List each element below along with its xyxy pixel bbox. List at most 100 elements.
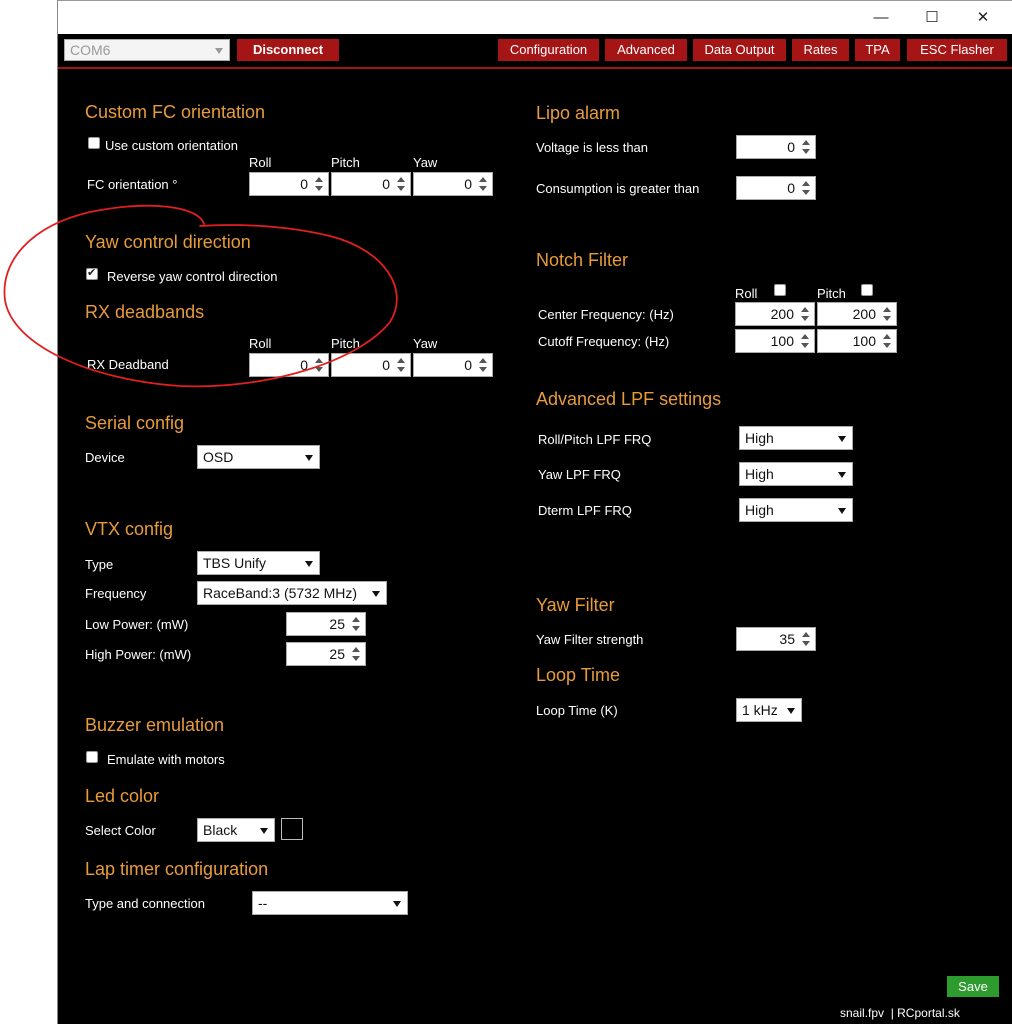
chevron-down-icon bbox=[838, 436, 846, 442]
spinner-icon[interactable] bbox=[349, 644, 363, 664]
fc-orientation-label: FC orientation ° bbox=[87, 177, 178, 192]
lipo-consumption-label: Consumption is greater than bbox=[536, 181, 700, 196]
spinner-icon[interactable] bbox=[394, 174, 408, 194]
chevron-down-icon bbox=[215, 48, 223, 54]
section-title-yaw-control: Yaw control direction bbox=[85, 232, 251, 252]
notch-pitch-checkbox[interactable] bbox=[861, 284, 873, 296]
emulate-motors-label: Emulate with motors bbox=[107, 752, 225, 767]
lpf-dterm-select[interactable]: High bbox=[739, 498, 853, 522]
led-color-value: Black bbox=[203, 822, 238, 838]
spinner-icon[interactable] bbox=[798, 304, 812, 324]
notch-center-roll-input[interactable]: 200 bbox=[735, 302, 815, 326]
rx-col-roll: Roll bbox=[249, 336, 272, 351]
use-custom-orientation-label: Use custom orientation bbox=[105, 138, 238, 153]
spinner-icon[interactable] bbox=[799, 137, 813, 157]
use-custom-orientation-checkbox[interactable] bbox=[88, 137, 100, 149]
rx-col-yaw: Yaw bbox=[413, 336, 438, 351]
disconnect-button[interactable]: Disconnect bbox=[237, 39, 339, 61]
led-color-select[interactable]: Black bbox=[197, 818, 275, 842]
yaw-filter-value: 35 bbox=[779, 631, 795, 647]
serial-device-label: Device bbox=[85, 450, 125, 465]
spinner-icon[interactable] bbox=[312, 174, 326, 194]
rx-roll-input[interactable]: 0 bbox=[249, 353, 329, 377]
vtx-frequency-value: RaceBand:3 (5732 MHz) bbox=[203, 585, 358, 601]
chevron-down-icon bbox=[372, 591, 380, 597]
fc-yaw-input[interactable]: 0 bbox=[413, 172, 493, 196]
lipo-consumption-input[interactable]: 0 bbox=[736, 176, 816, 200]
tab-configuration[interactable]: Configuration bbox=[498, 39, 599, 61]
chevron-down-icon bbox=[305, 561, 313, 567]
spinner-icon[interactable] bbox=[799, 178, 813, 198]
notch-center-pitch-value: 200 bbox=[852, 306, 876, 322]
rx-deadband-label: RX Deadband bbox=[87, 357, 169, 372]
spinner-icon[interactable] bbox=[880, 304, 894, 324]
lipo-voltage-input[interactable]: 0 bbox=[736, 135, 816, 159]
port-value: COM6 bbox=[70, 42, 111, 58]
notch-cutoff-roll-input[interactable]: 100 bbox=[735, 329, 815, 353]
section-title-lap-timer: Lap timer configuration bbox=[85, 859, 269, 879]
vtx-low-power-input[interactable]: 25 bbox=[286, 612, 366, 636]
save-button[interactable]: Save bbox=[947, 976, 999, 997]
section-title-buzzer: Buzzer emulation bbox=[85, 715, 225, 735]
port-select[interactable]: COM6 bbox=[64, 39, 230, 61]
tab-advanced[interactable]: Advanced bbox=[605, 39, 687, 61]
notch-cutoff-pitch-input[interactable]: 100 bbox=[817, 329, 897, 353]
notch-center-label: Center Frequency: (Hz) bbox=[538, 307, 674, 322]
vtx-type-select[interactable]: TBS Unify bbox=[197, 551, 320, 575]
lipo-consumption-value: 0 bbox=[787, 180, 795, 196]
notch-col-pitch: Pitch bbox=[817, 286, 846, 301]
section-title-serial: Serial config bbox=[85, 413, 185, 433]
lpf-yaw-select[interactable]: High bbox=[739, 462, 853, 486]
lpf-rp-label: Roll/Pitch LPF FRQ bbox=[538, 432, 652, 447]
rx-roll-value: 0 bbox=[300, 357, 308, 373]
lipo-voltage-value: 0 bbox=[787, 139, 795, 155]
reverse-yaw-label: Reverse yaw control direction bbox=[107, 269, 278, 284]
spinner-icon[interactable] bbox=[880, 331, 894, 351]
notch-cutoff-pitch-value: 100 bbox=[852, 333, 876, 349]
fc-col-yaw: Yaw bbox=[413, 155, 438, 170]
fc-roll-value: 0 bbox=[300, 176, 308, 192]
fc-pitch-input[interactable]: 0 bbox=[331, 172, 411, 196]
tab-rates[interactable]: Rates bbox=[792, 39, 849, 61]
section-title-vtx: VTX config bbox=[85, 519, 174, 539]
fc-col-roll: Roll bbox=[249, 155, 272, 170]
maximize-button[interactable]: ☐ bbox=[909, 1, 955, 34]
rx-pitch-input[interactable]: 0 bbox=[331, 353, 411, 377]
lpf-yaw-label: Yaw LPF FRQ bbox=[538, 467, 621, 482]
tab-tpa[interactable]: TPA bbox=[855, 39, 900, 61]
notch-center-pitch-input[interactable]: 200 bbox=[817, 302, 897, 326]
loop-time-label: Loop Time (K) bbox=[536, 703, 618, 718]
spinner-icon[interactable] bbox=[798, 331, 812, 351]
section-title-loop-time: Loop Time bbox=[536, 665, 621, 685]
section-title-yaw-filter: Yaw Filter bbox=[536, 595, 615, 615]
lpf-rp-select[interactable]: High bbox=[739, 426, 853, 450]
tab-data-output[interactable]: Data Output bbox=[693, 39, 786, 61]
lap-timer-value: -- bbox=[258, 895, 268, 911]
close-button[interactable]: ✕ bbox=[960, 1, 1006, 34]
loop-time-select[interactable]: 1 kHz bbox=[736, 698, 802, 722]
minimize-button[interactable]: — bbox=[858, 1, 904, 34]
vtx-frequency-label: Frequency bbox=[85, 586, 147, 601]
serial-device-value: OSD bbox=[203, 449, 234, 465]
reverse-yaw-checkbox[interactable] bbox=[86, 266, 98, 280]
spinner-icon[interactable] bbox=[476, 355, 490, 375]
lap-timer-select[interactable]: -- bbox=[252, 891, 408, 915]
spinner-icon[interactable] bbox=[349, 614, 363, 634]
emulate-motors-checkbox[interactable] bbox=[86, 751, 98, 763]
spinner-icon[interactable] bbox=[476, 174, 490, 194]
rx-yaw-input[interactable]: 0 bbox=[413, 353, 493, 377]
tab-esc-flasher[interactable]: ESC Flasher bbox=[907, 39, 1007, 61]
fc-roll-input[interactable]: 0 bbox=[249, 172, 329, 196]
spinner-icon[interactable] bbox=[312, 355, 326, 375]
yaw-filter-input[interactable]: 35 bbox=[736, 627, 816, 651]
lpf-rp-value: High bbox=[745, 430, 774, 446]
serial-device-select[interactable]: OSD bbox=[197, 445, 320, 469]
notch-roll-checkbox[interactable] bbox=[774, 284, 786, 296]
watermark: snail.fpv | RCportal.sk bbox=[840, 1006, 960, 1020]
vtx-frequency-select[interactable]: RaceBand:3 (5732 MHz) bbox=[197, 581, 387, 605]
led-color-swatch[interactable] bbox=[281, 818, 303, 840]
spinner-icon[interactable] bbox=[394, 355, 408, 375]
chevron-down-icon bbox=[260, 828, 268, 834]
spinner-icon[interactable] bbox=[799, 629, 813, 649]
vtx-high-power-input[interactable]: 25 bbox=[286, 642, 366, 666]
